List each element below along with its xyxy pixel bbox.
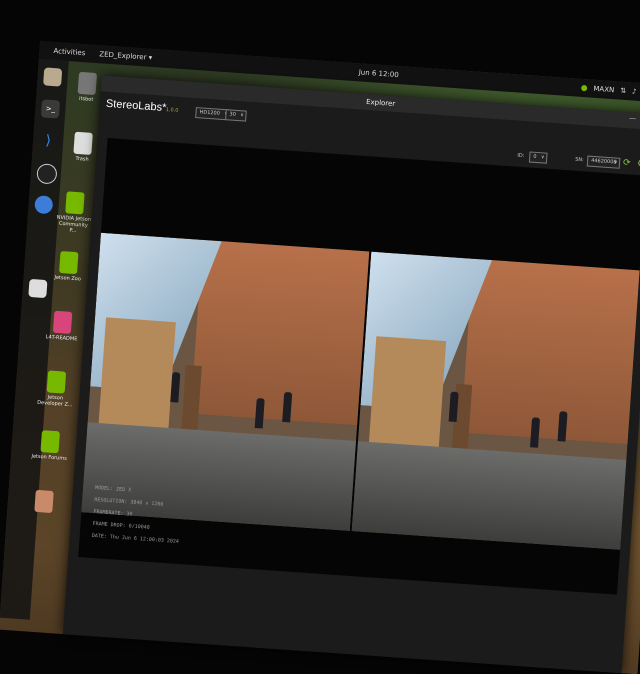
desktop-item[interactable] — [25, 489, 63, 515]
brand-version: 1.0.0 — [165, 106, 179, 114]
document-icon — [34, 489, 54, 514]
nvidia-icon — [40, 430, 60, 454]
desktop-scene: Activities ZED_Explorer ▾ Jun 6 12:00 MA… — [0, 0, 640, 674]
window-title: Explorer — [365, 97, 396, 108]
camera-select[interactable]: 0 — [528, 151, 548, 164]
right-camera-image — [351, 251, 640, 550]
files-icon[interactable] — [43, 67, 63, 87]
drive-icon — [52, 310, 73, 334]
desktop-item-label: NVIDIA Jetson Community P... — [56, 214, 92, 235]
camera-info: MODEL: ZED X RESOLUTION: 3840 x 1200 FRA… — [91, 482, 182, 548]
power-mode-icon — [581, 84, 588, 92]
fps-select[interactable]: 30 — [225, 109, 248, 122]
text-editor-icon[interactable] — [28, 278, 48, 299]
power-mode-label[interactable]: MAXN — [593, 85, 614, 94]
chromium-icon[interactable] — [34, 195, 54, 215]
folder-icon — [77, 71, 98, 96]
minimize-icon[interactable]: — — [629, 114, 637, 122]
desktop-item[interactable]: NVIDIA Jetson Community P... — [55, 191, 94, 235]
nvidia-icon — [46, 370, 67, 394]
vscode-icon[interactable]: ⟩ — [39, 131, 58, 150]
clock[interactable]: Jun 6 12:00 — [358, 68, 398, 79]
desktop-item-label: Trash — [75, 155, 89, 163]
network-icon[interactable]: ⇅ — [620, 87, 626, 95]
desktop-item-label: Jetson Developer Z... — [36, 394, 73, 409]
serial-label: SN: — [574, 156, 584, 164]
serial-field[interactable]: 44620008 — [586, 155, 621, 169]
obs-icon[interactable] — [36, 163, 58, 185]
brand-logo: StereoLabs* — [105, 97, 167, 115]
nvidia-icon — [65, 191, 85, 215]
desktop-item-label: itsbot — [78, 95, 94, 103]
camera-id-label: ID: — [517, 152, 525, 160]
desktop-item[interactable]: Jetson Developer Z... — [37, 370, 75, 408]
terminal-icon[interactable]: >_ — [40, 99, 61, 119]
explorer-window: Explorer — × StereoLabs* 1.0.0 HD1200 30… — [62, 75, 640, 674]
app-menu[interactable]: ZED_Explorer ▾ — [99, 50, 152, 62]
trash-icon — [73, 131, 93, 155]
nvidia-icon — [59, 250, 79, 275]
refresh-icon[interactable]: ⟳ — [623, 158, 631, 169]
desktop-item[interactable]: Jetson Zoo — [49, 250, 87, 282]
video-viewer: MODEL: ZED X RESOLUTION: 3840 x 1200 FRA… — [78, 137, 640, 595]
desktop-item[interactable]: Jetson Forums — [31, 430, 69, 462]
activities-button[interactable]: Activities — [53, 47, 85, 57]
desktop-item[interactable]: L4T-README — [43, 310, 81, 342]
volume-icon[interactable]: ♪ — [632, 87, 637, 95]
system-tray[interactable]: MAXN ⇅ ♪ ⏻ — [581, 83, 640, 97]
